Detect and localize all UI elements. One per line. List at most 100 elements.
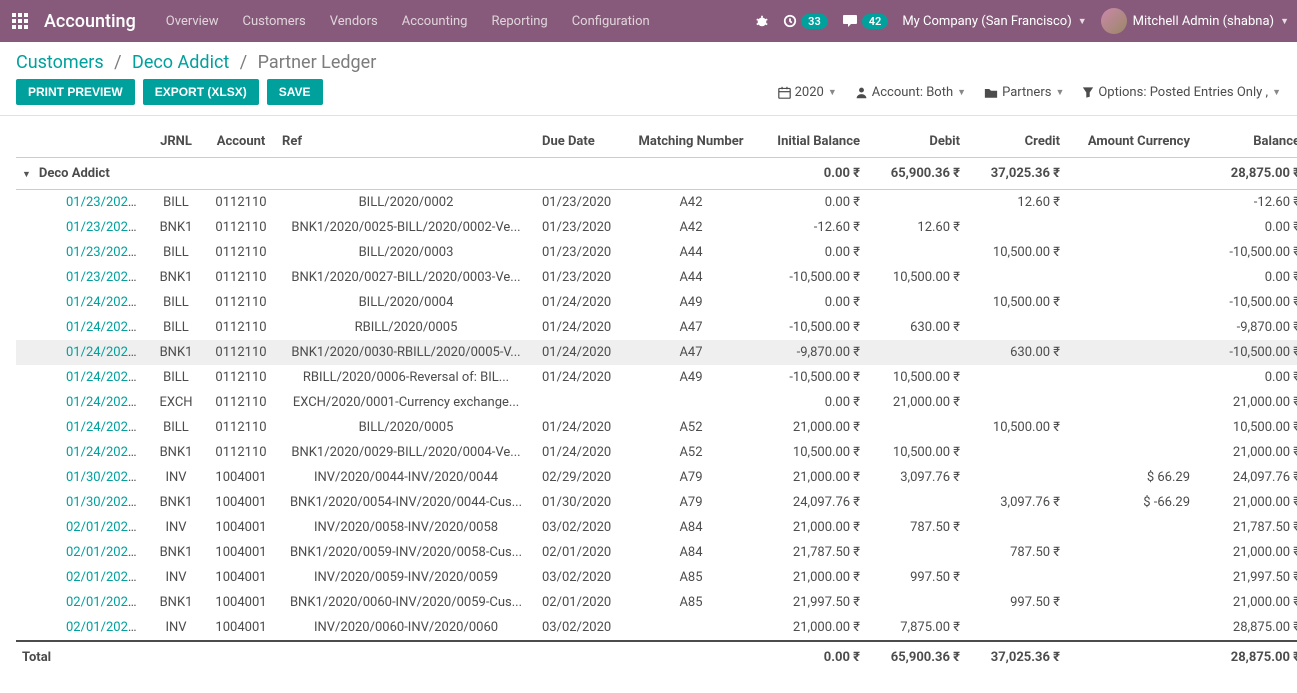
entry-date-link[interactable]: 01/23/2020 xyxy=(66,245,137,260)
options-filter[interactable]: Options: Posted Entries Only , ▼ xyxy=(1082,85,1281,100)
entry-date-link[interactable]: 01/24/2020 xyxy=(66,345,137,360)
nav-customers[interactable]: Customers xyxy=(232,6,315,37)
group-row[interactable]: ▼Deco Addict 0.00 ₹ 65,900.36 ₹ 37,025.3… xyxy=(16,158,1297,190)
cell-match: A85 xyxy=(626,590,756,615)
nav-overview[interactable]: Overview xyxy=(156,6,229,37)
entry-date-link[interactable]: 02/01/2020 xyxy=(66,595,137,610)
cell-credit xyxy=(966,365,1066,390)
debug-icon[interactable] xyxy=(755,14,769,28)
table-header-row: JRNL Account Ref Due Date Matching Numbe… xyxy=(16,126,1297,158)
table-row[interactable]: 01/23/2020▼BILL0112110BILL/2020/000201/2… xyxy=(16,190,1297,216)
caret-down-icon: ▼ xyxy=(139,574,146,584)
nav-configuration[interactable]: Configuration xyxy=(562,6,660,37)
cell-balance: -12.60 ₹ xyxy=(1196,190,1297,216)
cell-account: 0112110 xyxy=(206,340,276,365)
breadcrumb-partner[interactable]: Deco Addict xyxy=(132,52,229,73)
entry-date-link[interactable]: 01/23/2020 xyxy=(66,195,137,210)
entry-date-link[interactable]: 01/30/2020 xyxy=(66,495,137,510)
entry-date-link[interactable]: 02/01/2020 xyxy=(66,570,137,585)
cell-debit xyxy=(866,190,966,216)
table-row[interactable]: 01/24/2020▼BILL0112110BILL/2020/000501/2… xyxy=(16,415,1297,440)
cell-jrnl: BILL xyxy=(146,315,206,340)
table-row[interactable]: 02/01/2020▼INV1004001INV/2020/0058-INV/2… xyxy=(16,515,1297,540)
col-jrnl: JRNL xyxy=(146,126,206,158)
cell-init: -10,500.00 ₹ xyxy=(756,315,866,340)
table-row[interactable]: 01/24/2020▼BILL0112110RBILL/2020/0006-Re… xyxy=(16,365,1297,390)
table-row[interactable]: 01/24/2020▼BNK10112110BNK1/2020/0029-BIL… xyxy=(16,440,1297,465)
cell-jrnl: INV xyxy=(146,465,206,490)
apps-icon[interactable] xyxy=(8,9,32,33)
caret-down-icon: ▼ xyxy=(139,199,146,209)
total-row: Total 0.00 ₹ 65,900.36 ₹ 37,025.36 ₹ 28,… xyxy=(16,641,1297,673)
table-row[interactable]: 02/01/2020▼BNK11004001BNK1/2020/0060-INV… xyxy=(16,590,1297,615)
table-row[interactable]: 01/24/2020▼EXCH0112110EXCH/2020/0001-Cur… xyxy=(16,390,1297,415)
activity-badge[interactable]: 33 xyxy=(783,14,828,29)
breadcrumb-customers[interactable]: Customers xyxy=(16,52,104,73)
partners-filter-label: Partners xyxy=(1002,85,1051,100)
entry-date-link[interactable]: 01/24/2020 xyxy=(66,320,137,335)
cell-balance: 21,787.50 ₹ xyxy=(1196,515,1297,540)
cell-jrnl: BNK1 xyxy=(146,590,206,615)
partners-filter[interactable]: Partners ▼ xyxy=(984,85,1064,100)
table-row[interactable]: 02/01/2020▼INV1004001INV/2020/0060-INV/2… xyxy=(16,615,1297,641)
cell-account: 0112110 xyxy=(206,365,276,390)
cell-match: A84 xyxy=(626,515,756,540)
folder-icon xyxy=(984,86,998,99)
cell-balance: 21,000.00 ₹ xyxy=(1196,490,1297,515)
table-row[interactable]: 01/24/2020▼BNK10112110BNK1/2020/0030-RBI… xyxy=(16,340,1297,365)
entry-date-link[interactable]: 01/24/2020 xyxy=(66,295,137,310)
cell-amtcur xyxy=(1066,515,1196,540)
table-row[interactable]: 01/30/2020▼BNK11004001BNK1/2020/0054-INV… xyxy=(16,490,1297,515)
caret-down-icon: ▼ xyxy=(1078,16,1087,27)
date-filter[interactable]: 2020 ▼ xyxy=(778,85,837,100)
print-preview-button[interactable]: PRINT PREVIEW xyxy=(16,79,135,105)
cell-ref: BNK1/2020/0027-BILL/2020/0003-Ve... xyxy=(276,265,536,290)
entry-date-link[interactable]: 02/01/2020 xyxy=(66,545,137,560)
nav-vendors[interactable]: Vendors xyxy=(320,6,388,37)
table-row[interactable]: 01/23/2020▼BNK10112110BNK1/2020/0025-BIL… xyxy=(16,215,1297,240)
entry-date-link[interactable]: 01/24/2020 xyxy=(66,445,137,460)
cell-account: 0112110 xyxy=(206,390,276,415)
cell-account: 1004001 xyxy=(206,540,276,565)
cell-ref: BNK1/2020/0030-RBILL/2020/0005-V... xyxy=(276,340,536,365)
table-row[interactable]: 01/24/2020▼BILL0112110BILL/2020/000401/2… xyxy=(16,290,1297,315)
caret-down-icon: ▼ xyxy=(139,324,146,334)
entry-date-link[interactable]: 02/01/2020 xyxy=(66,520,137,535)
cell-credit xyxy=(966,215,1066,240)
table-row[interactable]: 01/30/2020▼INV1004001INV/2020/0044-INV/2… xyxy=(16,465,1297,490)
company-switcher[interactable]: My Company (San Francisco) ▼ xyxy=(902,14,1086,29)
entry-date-link[interactable]: 01/24/2020 xyxy=(66,370,137,385)
entry-date-link[interactable]: 01/24/2020 xyxy=(66,420,137,435)
user-menu[interactable]: Mitchell Admin (shabna) ▼ xyxy=(1101,8,1289,34)
entry-date-link[interactable]: 01/30/2020 xyxy=(66,470,137,485)
cell-debit xyxy=(866,415,966,440)
save-button[interactable]: SAVE xyxy=(267,79,323,105)
table-row[interactable]: 02/01/2020▼INV1004001INV/2020/0059-INV/2… xyxy=(16,565,1297,590)
export-xlsx-button[interactable]: EXPORT (XLSX) xyxy=(143,79,259,105)
cell-match xyxy=(626,390,756,415)
nav-accounting[interactable]: Accounting xyxy=(392,6,478,37)
table-row[interactable]: 01/23/2020▼BNK10112110BNK1/2020/0027-BIL… xyxy=(16,265,1297,290)
messages-badge[interactable]: 42 xyxy=(842,14,889,29)
cell-credit: 787.50 ₹ xyxy=(966,540,1066,565)
cell-debit xyxy=(866,590,966,615)
entry-date-link[interactable]: 01/23/2020 xyxy=(66,270,137,285)
entry-date-link[interactable]: 01/23/2020 xyxy=(66,220,137,235)
cell-account: 1004001 xyxy=(206,490,276,515)
table-row[interactable]: 01/24/2020▼BILL0112110RBILL/2020/000501/… xyxy=(16,315,1297,340)
breadcrumb: Customers / Deco Addict / Partner Ledger xyxy=(16,52,376,73)
nav-reporting[interactable]: Reporting xyxy=(481,6,557,37)
caret-down-icon: ▼ xyxy=(1055,87,1064,98)
cell-match: A49 xyxy=(626,365,756,390)
table-row[interactable]: 01/23/2020▼BILL0112110BILL/2020/000301/2… xyxy=(16,240,1297,265)
calendar-icon xyxy=(778,86,791,99)
cell-balance: 21,000.00 ₹ xyxy=(1196,440,1297,465)
cell-account: 0112110 xyxy=(206,290,276,315)
table-row[interactable]: 02/01/2020▼BNK11004001BNK1/2020/0059-INV… xyxy=(16,540,1297,565)
entry-date-link[interactable]: 01/24/2020 xyxy=(66,395,137,410)
cell-account: 0112110 xyxy=(206,265,276,290)
cell-due: 02/01/2020 xyxy=(536,540,626,565)
group-credit: 37,025.36 ₹ xyxy=(966,158,1066,190)
account-filter[interactable]: Account: Both ▼ xyxy=(855,85,966,100)
toolbar: PRINT PREVIEW EXPORT (XLSX) SAVE 2020 ▼ … xyxy=(0,79,1297,116)
